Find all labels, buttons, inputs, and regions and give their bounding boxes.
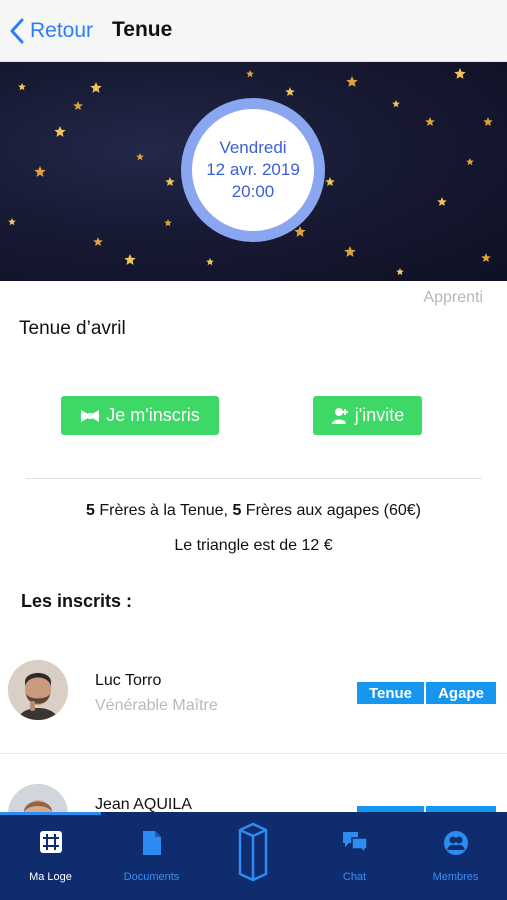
tenue-count: 5 — [85, 502, 95, 519]
tab-center[interactable] — [202, 812, 303, 900]
star-decoration — [246, 70, 254, 78]
agapes-text: Frères aux agapes (60€) — [241, 502, 422, 519]
star-decoration — [325, 177, 335, 186]
event-date: 12 avr. 2019 — [206, 160, 300, 179]
tab-documents[interactable]: Documents — [101, 812, 202, 900]
tab-label: Documents — [123, 871, 180, 883]
add-person-icon — [331, 407, 348, 424]
tab-bar: Ma Loge Documents Chat Membres — [0, 812, 507, 900]
tab-ma-loge[interactable]: Ma Loge — [0, 812, 101, 900]
triangle-price: Le triangle est de 12 € — [174, 537, 333, 554]
tab-membres[interactable]: Membres — [405, 812, 506, 900]
star-decoration — [392, 100, 400, 108]
event-title: Tenue d’avril — [19, 318, 126, 339]
pillar-icon — [238, 822, 267, 882]
star-decoration — [93, 237, 103, 246]
tenue-tag: Tenue — [357, 682, 424, 704]
attendance-summary: 5 Frères à la Tenue, 5 Frères aux agapes… — [0, 502, 507, 520]
chevron-left-icon — [10, 18, 24, 44]
tab-label: Ma Loge — [29, 871, 72, 883]
attendee-name: Luc Torro — [95, 672, 162, 689]
tab-label: Membres — [432, 871, 479, 883]
chat-icon — [342, 832, 368, 854]
star-decoration — [437, 197, 447, 206]
grid-icon — [39, 831, 62, 853]
star-decoration — [73, 101, 83, 110]
star-decoration — [285, 87, 295, 96]
attendee-role: Vénérable Maître — [95, 697, 218, 714]
star-decoration — [425, 117, 435, 126]
event-banner: Vendredi 12 avr. 2019 20:00 — [0, 62, 507, 281]
star-decoration — [18, 83, 26, 91]
tab-chat[interactable]: Chat — [304, 812, 405, 900]
star-decoration — [466, 158, 474, 166]
members-icon — [443, 831, 468, 855]
star-decoration — [164, 219, 172, 227]
star-decoration — [206, 258, 214, 266]
register-label: Je m'inscris — [106, 405, 200, 425]
date-badge: Vendredi 12 avr. 2019 20:00 — [181, 98, 325, 242]
event-weekday: Vendredi — [219, 138, 287, 157]
star-decoration — [54, 126, 66, 137]
event-time: 20:00 — [231, 182, 275, 201]
star-decoration — [483, 117, 493, 126]
star-decoration — [344, 246, 356, 257]
page-title: Tenue — [112, 18, 173, 41]
divider — [26, 478, 482, 479]
star-decoration — [481, 253, 491, 262]
star-decoration — [124, 254, 136, 265]
star-decoration — [165, 177, 175, 186]
register-button[interactable]: Je m'inscris — [61, 396, 219, 435]
document-icon — [142, 831, 161, 855]
back-button[interactable]: Retour — [10, 16, 93, 46]
agape-tag: Agape — [426, 682, 496, 704]
tenue-text: Frères à la Tenue, — [94, 502, 233, 519]
tab-label: Chat — [342, 871, 367, 883]
back-label: Retour — [30, 19, 94, 42]
star-decoration — [136, 153, 144, 161]
grade-label: Apprenti — [423, 289, 483, 306]
star-decoration — [346, 76, 358, 87]
navigation-bar: Retour Tenue — [0, 0, 507, 62]
invite-label: j'invite — [354, 405, 405, 425]
attendees-heading: Les inscrits : — [21, 591, 133, 611]
invite-button[interactable]: j'invite — [313, 396, 422, 435]
star-decoration — [454, 68, 466, 79]
attendee-row[interactable]: Luc Torro Vénérable Maître Tenue Agape — [0, 630, 507, 754]
star-decoration — [90, 82, 102, 93]
star-decoration — [396, 268, 404, 276]
avatar — [8, 660, 68, 720]
bow-tie-icon — [81, 409, 100, 422]
star-decoration — [8, 218, 16, 226]
star-decoration — [34, 166, 46, 177]
